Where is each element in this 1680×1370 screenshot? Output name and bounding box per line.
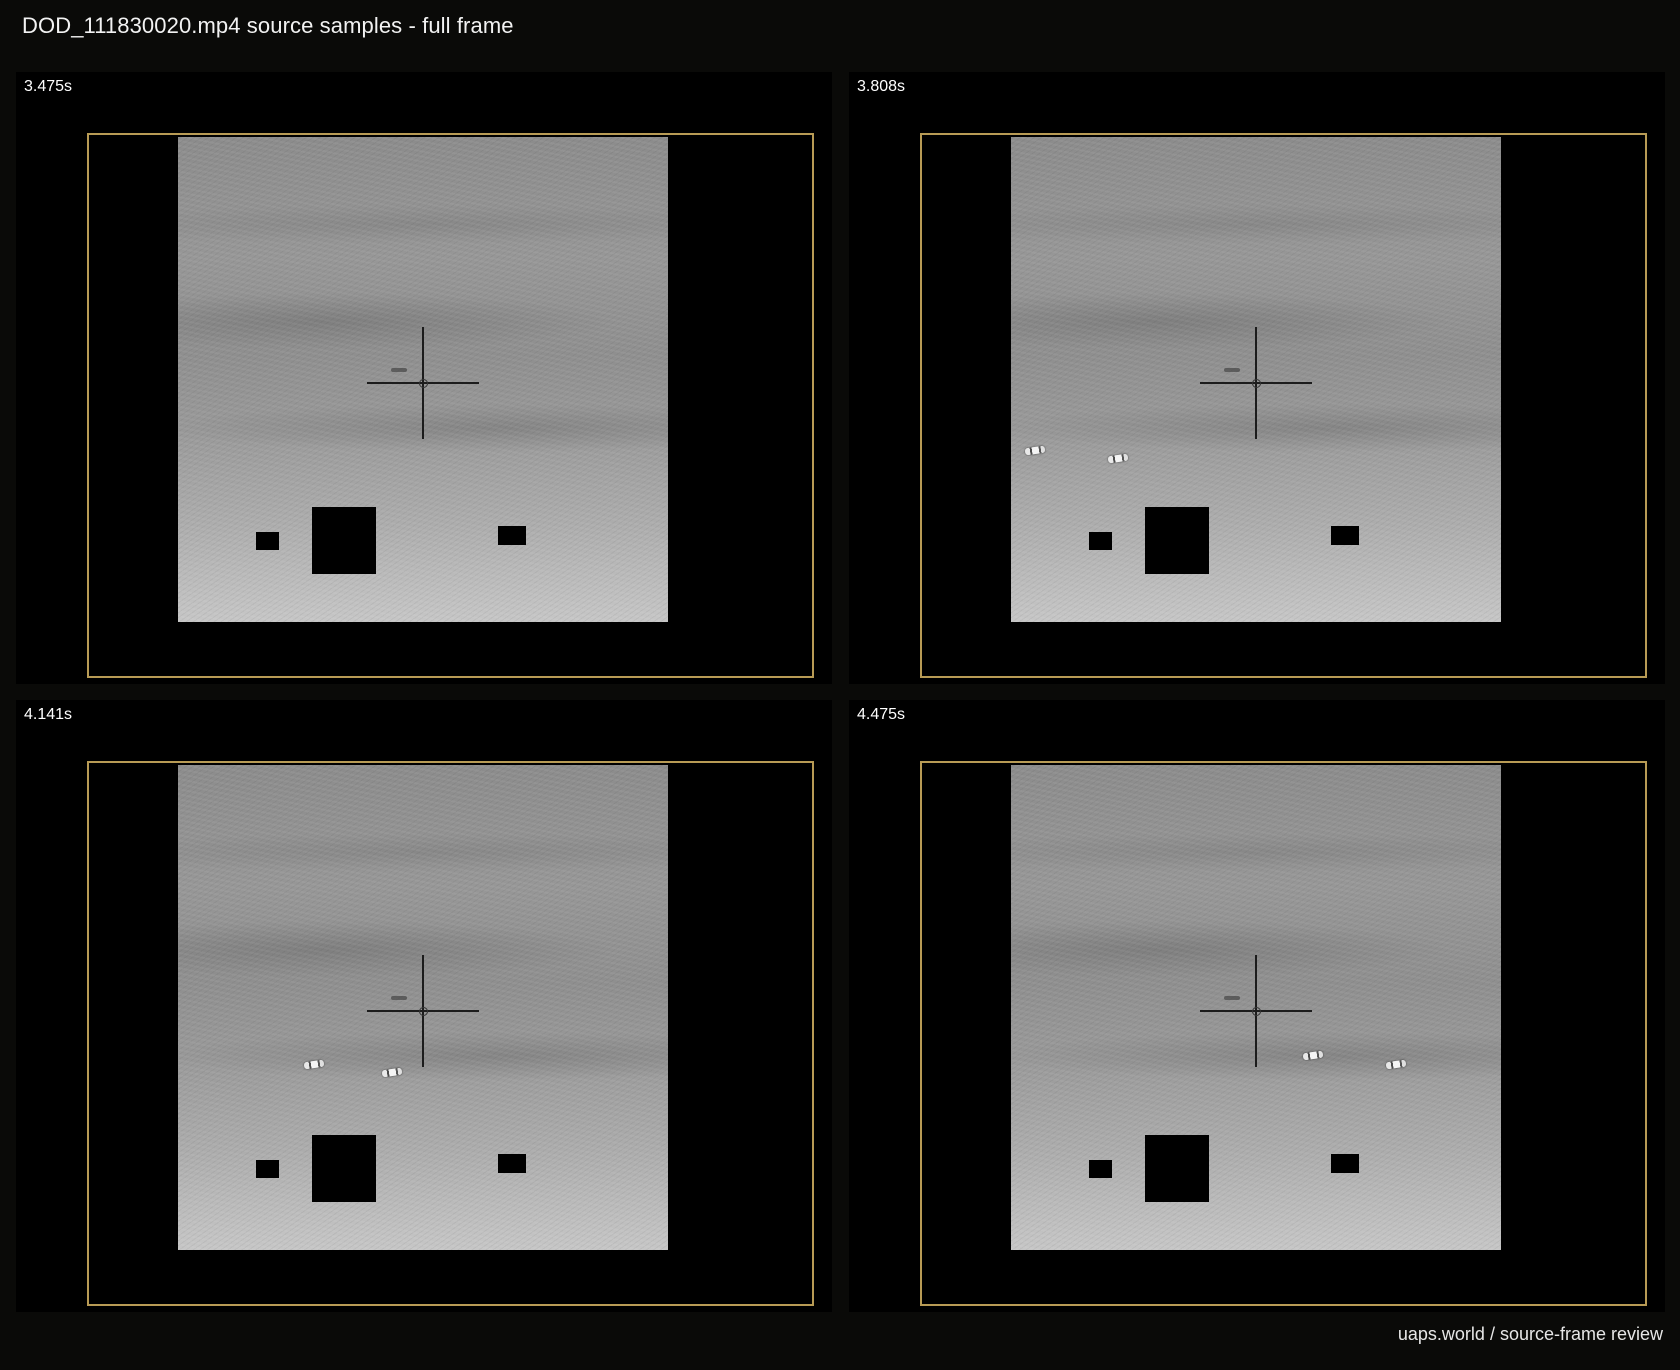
redaction-block (256, 1160, 279, 1178)
sample-grid: 3.475s 3.808s 4.141s 4.475s (16, 72, 1665, 1312)
bright-object (1302, 1050, 1324, 1061)
redaction-block (1089, 1160, 1112, 1178)
crosshair-center (1252, 1007, 1261, 1016)
timestamp-label: 3.808s (857, 78, 906, 95)
bright-object (1107, 453, 1129, 464)
timestamp-label: 3.475s (24, 78, 73, 95)
redaction-block (312, 507, 376, 574)
redaction-block (256, 532, 279, 550)
crosshair-center (419, 379, 428, 388)
crosshair-center (419, 1007, 428, 1016)
page-title: DOD_111830020.mp4 source samples - full … (22, 13, 514, 38)
timestamp-label: 4.141s (24, 706, 73, 723)
faint-target (1224, 368, 1240, 372)
faint-target (391, 368, 407, 372)
bright-object (1385, 1059, 1407, 1070)
sample-panel[interactable]: 3.475s (16, 72, 832, 684)
footer-credit: uaps.world / source-frame review (1397, 1324, 1663, 1344)
crosshair-center (1252, 379, 1261, 388)
redaction-block (1331, 1154, 1359, 1173)
faint-target (1224, 996, 1240, 1000)
sample-panel[interactable]: 4.475s (849, 700, 1665, 1312)
redaction-block (1089, 532, 1112, 550)
redaction-block (1331, 526, 1359, 545)
video-frame (178, 765, 668, 1250)
redaction-block (1145, 507, 1209, 574)
bright-object (381, 1067, 403, 1078)
video-frame (1011, 137, 1501, 622)
redaction-block (1145, 1135, 1209, 1202)
redaction-block (498, 526, 526, 545)
timestamp-label: 4.475s (857, 706, 906, 723)
redaction-block (498, 1154, 526, 1173)
bright-object (1024, 445, 1046, 456)
sample-panel[interactable]: 4.141s (16, 700, 832, 1312)
faint-target (391, 996, 407, 1000)
bright-object (303, 1059, 325, 1070)
video-frame (1011, 765, 1501, 1250)
redaction-block (312, 1135, 376, 1202)
video-frame (178, 137, 668, 622)
sample-panel[interactable]: 3.808s (849, 72, 1665, 684)
